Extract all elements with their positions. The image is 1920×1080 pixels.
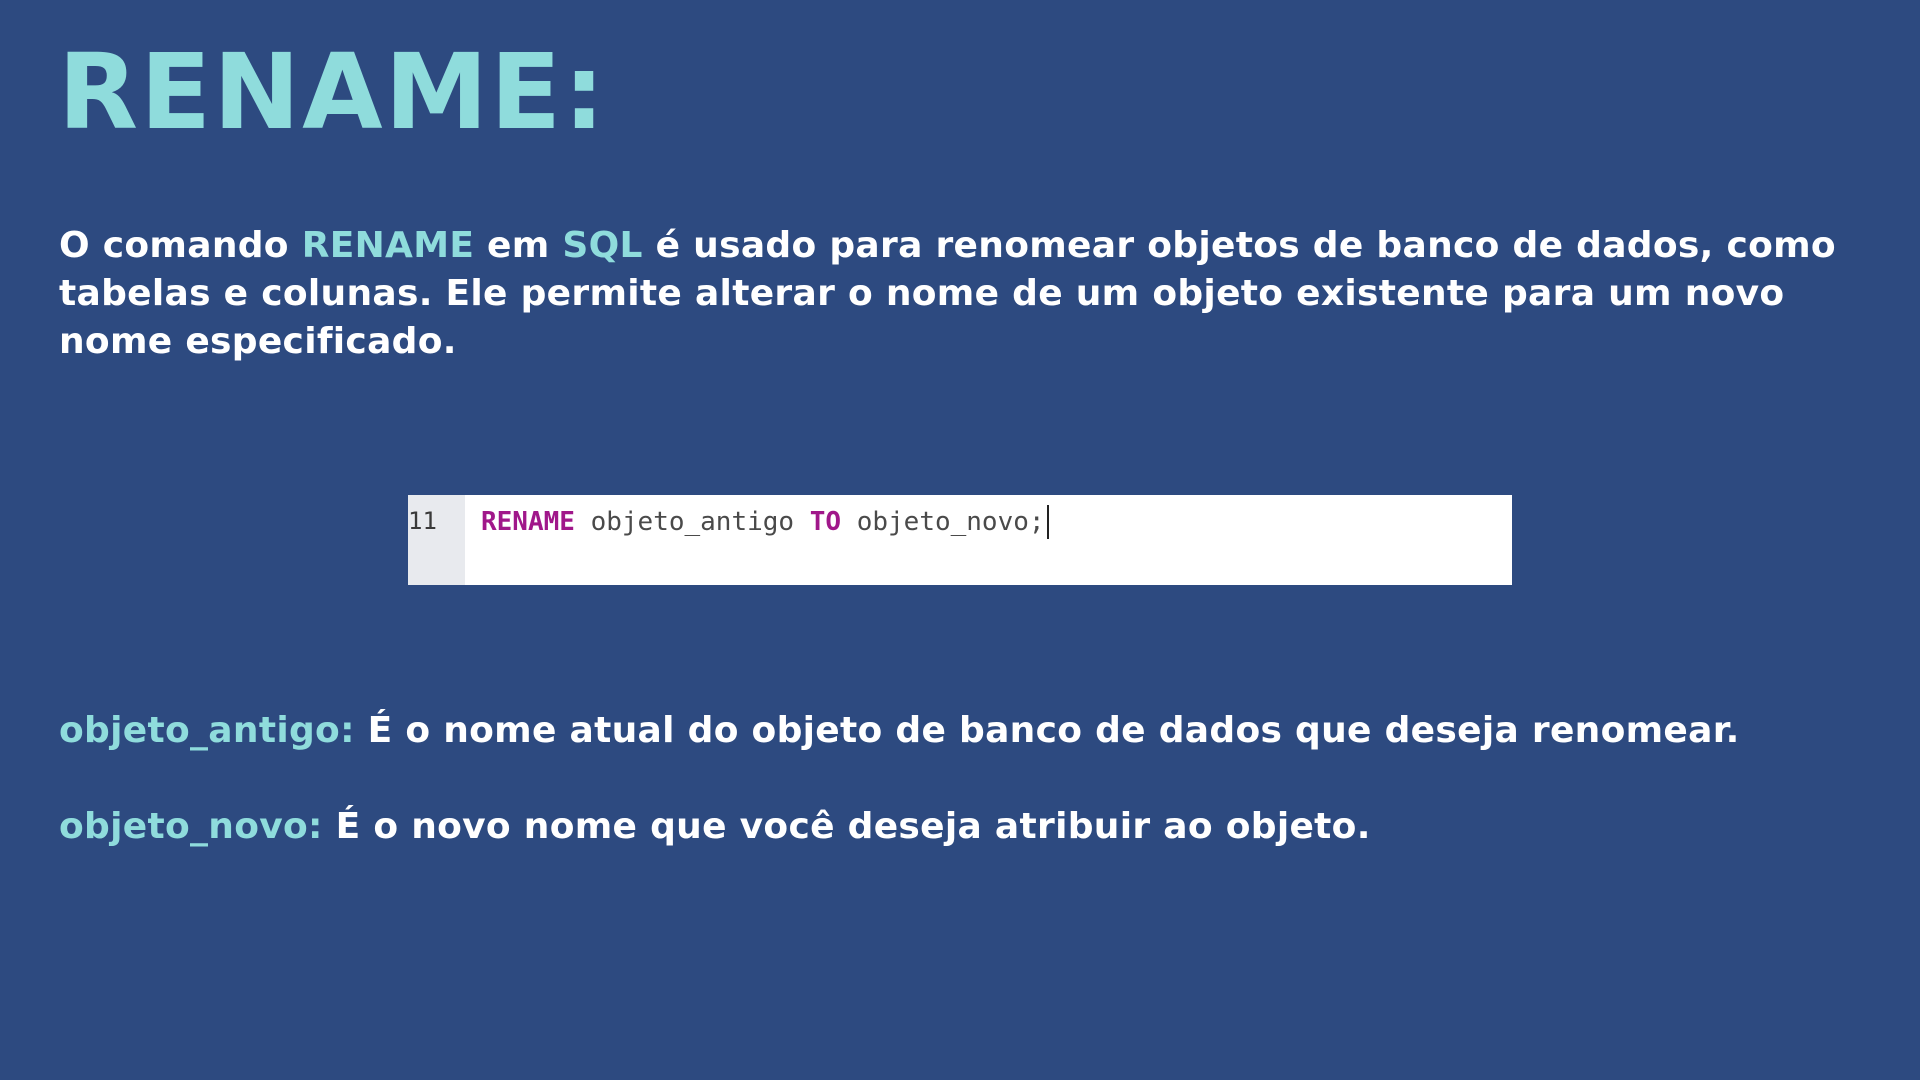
definition-description: É o nome atual do objeto de banco de dad… bbox=[354, 710, 1740, 751]
slide-title: RENAME: bbox=[58, 31, 607, 153]
text-cursor bbox=[1046, 505, 1049, 539]
code-snippet: 11 RENAME objeto_antigo TO objeto_novo; bbox=[408, 495, 1512, 585]
intro-paragraph: O comando RENAME em SQL é usado para ren… bbox=[59, 222, 1859, 366]
code-new-name: objeto_novo; bbox=[841, 507, 1045, 537]
intro-keyword-sql: SQL bbox=[562, 225, 643, 266]
definition-objeto-antigo: objeto_antigo: É o nome atual do objeto … bbox=[59, 707, 1740, 755]
intro-text-2: em bbox=[474, 225, 563, 266]
intro-keyword-rename: RENAME bbox=[301, 225, 475, 266]
intro-text-1: O comando bbox=[59, 225, 302, 266]
definition-description: É o novo nome que você deseja atribuir a… bbox=[322, 806, 1371, 847]
code-keyword-rename: RENAME bbox=[481, 507, 575, 537]
line-number: 11 bbox=[408, 507, 437, 535]
code-line: RENAME objeto_antigo TO objeto_novo; bbox=[465, 495, 1049, 585]
definition-term: objeto_antigo: bbox=[59, 710, 355, 751]
code-gutter: 11 bbox=[408, 495, 465, 585]
slide: RENAME: O comando RENAME em SQL é usado … bbox=[0, 0, 1920, 1080]
definition-term: objeto_novo: bbox=[59, 806, 323, 847]
definition-objeto-novo: objeto_novo: É o novo nome que você dese… bbox=[59, 803, 1371, 851]
code-old-name: objeto_antigo bbox=[574, 507, 810, 537]
code-keyword-to: TO bbox=[809, 507, 842, 537]
